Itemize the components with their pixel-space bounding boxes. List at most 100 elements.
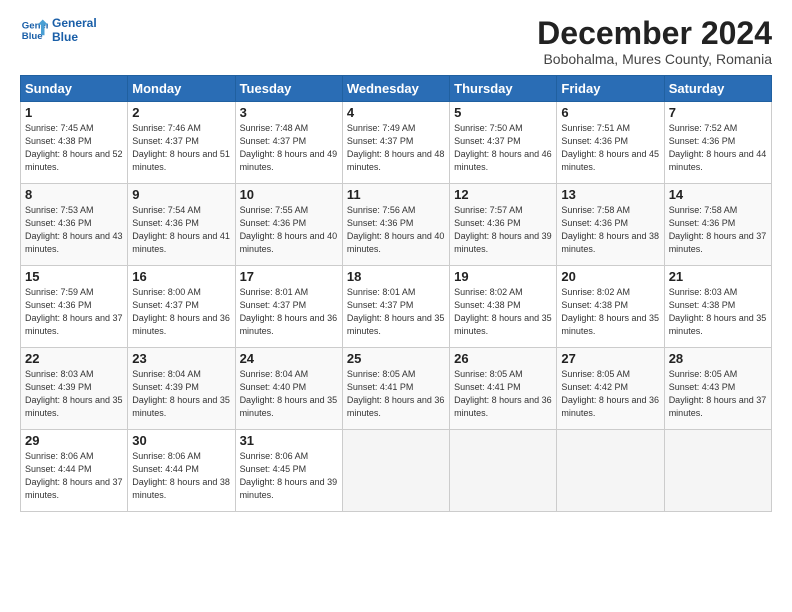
week-row-2: 8Sunrise: 7:53 AMSunset: 4:36 PMDaylight…: [21, 184, 772, 266]
day-number: 14: [669, 187, 767, 202]
logo-text-general: General: [52, 16, 97, 30]
day-info: Sunrise: 7:59 AMSunset: 4:36 PMDaylight:…: [25, 287, 123, 336]
week-row-1: 1 Sunrise: 7:45 AMSunset: 4:38 PMDaylight…: [21, 102, 772, 184]
calendar-cell: 9 Sunrise: 7:54 AMSunset: 4:36 PMDaylight…: [128, 184, 235, 266]
calendar-page: General Blue General Blue December 2024 …: [0, 0, 792, 522]
day-number: 3: [240, 105, 338, 120]
calendar-cell: [664, 430, 771, 512]
calendar-cell: 8Sunrise: 7:53 AMSunset: 4:36 PMDaylight…: [21, 184, 128, 266]
calendar-cell: 28 Sunrise: 8:05 AMSunset: 4:43 PMDayligh…: [664, 348, 771, 430]
calendar-cell: 18Sunrise: 8:01 AMSunset: 4:37 PMDayligh…: [342, 266, 449, 348]
day-info: Sunrise: 8:02 AMSunset: 4:38 PMDaylight:…: [454, 287, 552, 336]
day-info: Sunrise: 8:00 AMSunset: 4:37 PMDaylight:…: [132, 287, 230, 336]
day-info: Sunrise: 8:05 AMSunset: 4:42 PMDaylight:…: [561, 369, 659, 418]
day-info: Sunrise: 8:06 AMSunset: 4:45 PMDaylight:…: [240, 451, 338, 500]
day-info: Sunrise: 7:54 AMSunset: 4:36 PMDaylight:…: [132, 205, 230, 254]
calendar-cell: 10 Sunrise: 7:55 AMSunset: 4:36 PMDayligh…: [235, 184, 342, 266]
calendar-cell: 21Sunrise: 8:03 AMSunset: 4:38 PMDayligh…: [664, 266, 771, 348]
calendar-cell: [342, 430, 449, 512]
day-info: Sunrise: 7:48 AMSunset: 4:37 PMDaylight:…: [240, 123, 338, 172]
calendar-cell: 5 Sunrise: 7:50 AMSunset: 4:37 PMDaylight…: [450, 102, 557, 184]
day-number: 7: [669, 105, 767, 120]
day-number: 6: [561, 105, 659, 120]
header-row: SundayMondayTuesdayWednesdayThursdayFrid…: [21, 76, 772, 102]
day-number: 30: [132, 433, 230, 448]
day-number: 18: [347, 269, 445, 284]
calendar-cell: 23Sunrise: 8:04 AMSunset: 4:39 PMDayligh…: [128, 348, 235, 430]
title-block: December 2024 Bobohalma, Mures County, R…: [537, 16, 772, 67]
day-info: Sunrise: 7:53 AMSunset: 4:36 PMDaylight:…: [25, 205, 123, 254]
calendar-cell: 19 Sunrise: 8:02 AMSunset: 4:38 PMDayligh…: [450, 266, 557, 348]
calendar-cell: 11Sunrise: 7:56 AMSunset: 4:36 PMDayligh…: [342, 184, 449, 266]
day-number: 10: [240, 187, 338, 202]
col-header-sunday: Sunday: [21, 76, 128, 102]
calendar-cell: 31 Sunrise: 8:06 AMSunset: 4:45 PMDayligh…: [235, 430, 342, 512]
calendar-cell: 15 Sunrise: 7:59 AMSunset: 4:36 PMDayligh…: [21, 266, 128, 348]
day-number: 28: [669, 351, 767, 366]
day-info: Sunrise: 7:52 AMSunset: 4:36 PMDaylight:…: [669, 123, 767, 172]
col-header-thursday: Thursday: [450, 76, 557, 102]
col-header-tuesday: Tuesday: [235, 76, 342, 102]
calendar-cell: 26Sunrise: 8:05 AMSunset: 4:41 PMDayligh…: [450, 348, 557, 430]
day-number: 27: [561, 351, 659, 366]
day-number: 4: [347, 105, 445, 120]
day-info: Sunrise: 7:58 AMSunset: 4:36 PMDaylight:…: [561, 205, 659, 254]
day-number: 25: [347, 351, 445, 366]
day-info: Sunrise: 7:58 AMSunset: 4:36 PMDaylight:…: [669, 205, 767, 254]
calendar-subtitle: Bobohalma, Mures County, Romania: [537, 51, 772, 67]
calendar-cell: [450, 430, 557, 512]
day-number: 13: [561, 187, 659, 202]
col-header-wednesday: Wednesday: [342, 76, 449, 102]
day-number: 22: [25, 351, 123, 366]
day-info: Sunrise: 7:45 AMSunset: 4:38 PMDaylight:…: [25, 123, 123, 172]
header: General Blue General Blue December 2024 …: [20, 16, 772, 67]
day-info: Sunrise: 8:04 AMSunset: 4:40 PMDaylight:…: [240, 369, 338, 418]
calendar-cell: 12Sunrise: 7:57 AMSunset: 4:36 PMDayligh…: [450, 184, 557, 266]
day-number: 19: [454, 269, 552, 284]
week-row-3: 15 Sunrise: 7:59 AMSunset: 4:36 PMDayligh…: [21, 266, 772, 348]
day-info: Sunrise: 8:05 AMSunset: 4:43 PMDaylight:…: [669, 369, 767, 418]
week-row-5: 29 Sunrise: 8:06 AMSunset: 4:44 PMDayligh…: [21, 430, 772, 512]
day-info: Sunrise: 8:02 AMSunset: 4:38 PMDaylight:…: [561, 287, 659, 336]
day-number: 11: [347, 187, 445, 202]
calendar-cell: 7 Sunrise: 7:52 AMSunset: 4:36 PMDaylight…: [664, 102, 771, 184]
day-number: 12: [454, 187, 552, 202]
day-number: 26: [454, 351, 552, 366]
svg-text:Blue: Blue: [22, 31, 43, 42]
day-info: Sunrise: 8:06 AMSunset: 4:44 PMDaylight:…: [25, 451, 123, 500]
day-number: 24: [240, 351, 338, 366]
day-number: 29: [25, 433, 123, 448]
day-info: Sunrise: 8:03 AMSunset: 4:39 PMDaylight:…: [25, 369, 123, 418]
calendar-cell: [557, 430, 664, 512]
day-number: 1: [25, 105, 123, 120]
day-number: 5: [454, 105, 552, 120]
day-info: Sunrise: 7:55 AMSunset: 4:36 PMDaylight:…: [240, 205, 338, 254]
week-row-4: 22 Sunrise: 8:03 AMSunset: 4:39 PMDayligh…: [21, 348, 772, 430]
calendar-cell: 17Sunrise: 8:01 AMSunset: 4:37 PMDayligh…: [235, 266, 342, 348]
col-header-friday: Friday: [557, 76, 664, 102]
day-info: Sunrise: 8:06 AMSunset: 4:44 PMDaylight:…: [132, 451, 230, 500]
calendar-table: SundayMondayTuesdayWednesdayThursdayFrid…: [20, 75, 772, 512]
day-info: Sunrise: 7:50 AMSunset: 4:37 PMDaylight:…: [454, 123, 552, 172]
calendar-cell: 22 Sunrise: 8:03 AMSunset: 4:39 PMDayligh…: [21, 348, 128, 430]
day-info: Sunrise: 7:46 AMSunset: 4:37 PMDaylight:…: [132, 123, 230, 172]
day-number: 16: [132, 269, 230, 284]
day-number: 2: [132, 105, 230, 120]
day-number: 20: [561, 269, 659, 284]
day-number: 9: [132, 187, 230, 202]
calendar-cell: 13 Sunrise: 7:58 AMSunset: 4:36 PMDayligh…: [557, 184, 664, 266]
day-number: 15: [25, 269, 123, 284]
calendar-title: December 2024: [537, 16, 772, 51]
calendar-cell: 29 Sunrise: 8:06 AMSunset: 4:44 PMDayligh…: [21, 430, 128, 512]
logo-text-blue: Blue: [52, 30, 97, 44]
calendar-cell: 16 Sunrise: 8:00 AMSunset: 4:37 PMDayligh…: [128, 266, 235, 348]
calendar-cell: 20 Sunrise: 8:02 AMSunset: 4:38 PMDayligh…: [557, 266, 664, 348]
calendar-cell: 25Sunrise: 8:05 AMSunset: 4:41 PMDayligh…: [342, 348, 449, 430]
calendar-cell: 2 Sunrise: 7:46 AMSunset: 4:37 PMDaylight…: [128, 102, 235, 184]
day-number: 23: [132, 351, 230, 366]
calendar-cell: 27 Sunrise: 8:05 AMSunset: 4:42 PMDayligh…: [557, 348, 664, 430]
day-info: Sunrise: 8:03 AMSunset: 4:38 PMDaylight:…: [669, 287, 767, 336]
col-header-monday: Monday: [128, 76, 235, 102]
logo: General Blue General Blue: [20, 16, 97, 45]
day-number: 31: [240, 433, 338, 448]
